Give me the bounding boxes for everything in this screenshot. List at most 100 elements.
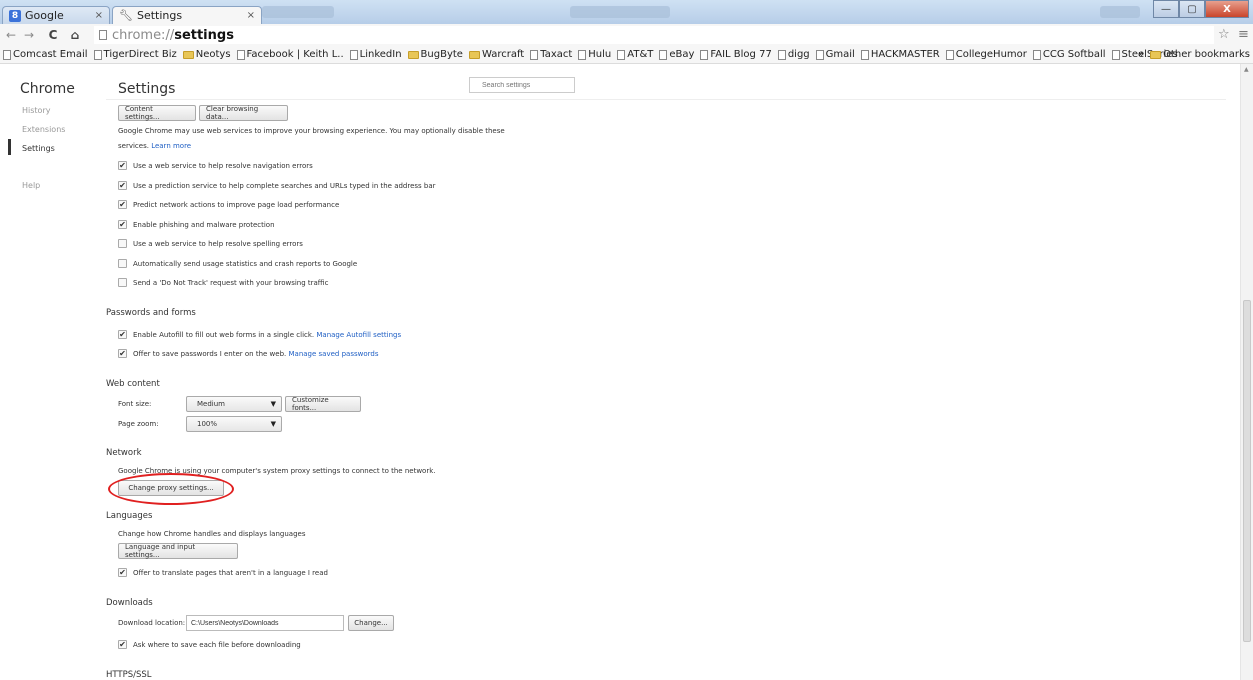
- bookmark-star-icon[interactable]: ☆: [1218, 27, 1230, 42]
- sidebar-title: Chrome: [20, 81, 75, 97]
- autofill-label-row: Enable Autofill to fill out web forms in…: [133, 331, 402, 339]
- tab-label: Settings: [136, 9, 183, 22]
- bookmark-folder[interactable]: BugByte: [407, 49, 463, 60]
- page-icon: [700, 49, 709, 60]
- home-button[interactable]: ⌂: [68, 28, 82, 42]
- checkbox-prediction-service[interactable]: ✔: [118, 181, 127, 190]
- dropdown-arrow-icon: ▼: [270, 400, 276, 408]
- title-bar: 8 Google × 🔧︎ Settings × — ▢ X: [0, 0, 1253, 24]
- google-favicon-icon: 8: [9, 9, 21, 22]
- bookmark-item[interactable]: Taxact: [530, 49, 572, 60]
- page-icon: [93, 49, 102, 60]
- manage-passwords-link[interactable]: Manage saved passwords: [289, 350, 379, 358]
- bookmark-item[interactable]: LinkedIn: [349, 49, 402, 60]
- page-scrollbar[interactable]: ▲: [1240, 64, 1253, 680]
- translate-label: Offer to translate pages that aren't in …: [133, 569, 328, 577]
- page-icon: [659, 49, 668, 60]
- content-settings-button[interactable]: Content settings...: [118, 105, 196, 121]
- bookmark-item[interactable]: Hulu: [578, 49, 611, 60]
- bookmark-item[interactable]: Facebook | Keith L..: [236, 49, 344, 60]
- bookmark-item[interactable]: CCG Softball: [1032, 49, 1106, 60]
- address-bar[interactable]: chrome:// settings: [94, 26, 1214, 44]
- folder-icon: [468, 50, 480, 59]
- url-scheme: chrome://: [112, 27, 175, 43]
- bookmark-item[interactable]: CollegeHumor: [945, 49, 1027, 60]
- bookmark-folder[interactable]: Warcraft: [468, 49, 524, 60]
- divider: [106, 99, 1226, 100]
- checkbox-ask-download-location[interactable]: ✔: [118, 640, 127, 649]
- page-icon: [3, 49, 11, 60]
- download-location-field[interactable]: [186, 615, 344, 631]
- clear-browsing-data-button[interactable]: Clear browsing data...: [199, 105, 288, 121]
- page-icon: [617, 49, 626, 60]
- blurred-tab: [262, 6, 334, 18]
- checkbox-label: Automatically send usage statistics and …: [133, 260, 358, 268]
- chrome-menu-icon[interactable]: ≡: [1238, 27, 1249, 42]
- manage-autofill-link[interactable]: Manage Autofill settings: [316, 331, 401, 339]
- page-icon: [236, 49, 245, 60]
- bookmark-item[interactable]: eBay: [659, 49, 694, 60]
- bookmark-item[interactable]: HACKMASTER: [860, 49, 940, 60]
- page-zoom-select[interactable]: 100% ▼: [186, 416, 282, 432]
- language-input-settings-button[interactable]: Language and input settings...: [118, 543, 238, 559]
- page-icon: [945, 49, 954, 60]
- customize-fonts-button[interactable]: Customize fonts...: [285, 396, 361, 412]
- scroll-thumb[interactable]: [1243, 300, 1251, 642]
- page-title: Settings: [118, 81, 176, 97]
- bookmark-item[interactable]: digg: [777, 49, 810, 60]
- bookmark-item[interactable]: TigerDirect Biz: [93, 49, 177, 60]
- tab-label: Google: [25, 9, 64, 22]
- page-icon: [815, 49, 824, 60]
- folder-icon: [407, 50, 419, 59]
- font-size-select[interactable]: Medium ▼: [186, 396, 282, 412]
- checkbox-translate[interactable]: ✔: [118, 568, 127, 577]
- font-size-label: Font size:: [118, 400, 152, 408]
- checkbox-navigation-errors[interactable]: ✔: [118, 161, 127, 170]
- wrench-icon: 🔧︎: [119, 9, 133, 22]
- page-icon: [1111, 49, 1120, 60]
- blurred-title: [570, 6, 670, 18]
- bookmark-folder[interactable]: Neotys: [182, 49, 231, 60]
- sidebar-item-extensions[interactable]: Extensions: [22, 125, 65, 134]
- checkbox-phishing-protection[interactable]: ✔: [118, 220, 127, 229]
- checkbox-label: Enable phishing and malware protection: [133, 221, 275, 229]
- maximize-button[interactable]: ▢: [1179, 0, 1205, 18]
- bookmark-item[interactable]: Gmail: [815, 49, 855, 60]
- tab-google[interactable]: 8 Google ×: [2, 6, 110, 24]
- privacy-description: Google Chrome may use web services to im…: [118, 127, 505, 135]
- reload-button[interactable]: C: [46, 28, 60, 42]
- tab-settings[interactable]: 🔧︎ Settings ×: [112, 6, 262, 24]
- folder-icon: [1150, 50, 1162, 59]
- bookmark-item[interactable]: AT&T: [617, 49, 653, 60]
- checkbox-predict-network[interactable]: ✔: [118, 200, 127, 209]
- checkbox-autofill[interactable]: ✔: [118, 330, 127, 339]
- bookmark-item[interactable]: FAIL Blog 77: [700, 49, 772, 60]
- checkbox-save-passwords[interactable]: ✔: [118, 349, 127, 358]
- other-bookmarks-folder[interactable]: Other bookmarks: [1150, 49, 1250, 60]
- bookmarks-overflow-button[interactable]: »: [1138, 49, 1144, 60]
- page-icon: [860, 49, 869, 60]
- bookmark-item[interactable]: Comcast Email: [3, 49, 88, 60]
- search-settings-input[interactable]: [469, 77, 575, 93]
- change-download-location-button[interactable]: Change...: [348, 615, 394, 631]
- checkbox-usage-statistics[interactable]: [118, 259, 127, 268]
- checkbox-spelling-service[interactable]: [118, 239, 127, 248]
- section-title-downloads: Downloads: [106, 598, 153, 608]
- back-button[interactable]: ←: [4, 28, 18, 42]
- tab-close-icon[interactable]: ×: [95, 10, 103, 21]
- section-title-https: HTTPS/SSL: [106, 670, 152, 680]
- ask-download-label: Ask where to save each file before downl…: [133, 641, 301, 649]
- learn-more-link[interactable]: Learn more: [151, 142, 191, 150]
- sidebar-item-help[interactable]: Help: [22, 181, 40, 190]
- sidebar-item-history[interactable]: History: [22, 106, 50, 115]
- checkbox-do-not-track[interactable]: [118, 278, 127, 287]
- close-window-button[interactable]: X: [1205, 0, 1249, 18]
- scroll-up-arrow-icon[interactable]: ▲: [1244, 66, 1249, 73]
- sidebar-selected-marker: [8, 139, 11, 155]
- minimize-button[interactable]: —: [1153, 0, 1179, 18]
- tab-close-icon[interactable]: ×: [247, 10, 255, 21]
- forward-button[interactable]: →: [22, 28, 36, 42]
- checkbox-label: Use a web service to help resolve spelli…: [133, 240, 303, 248]
- privacy-description-end: services. Learn more: [118, 142, 192, 150]
- sidebar-item-settings[interactable]: Settings: [22, 144, 55, 153]
